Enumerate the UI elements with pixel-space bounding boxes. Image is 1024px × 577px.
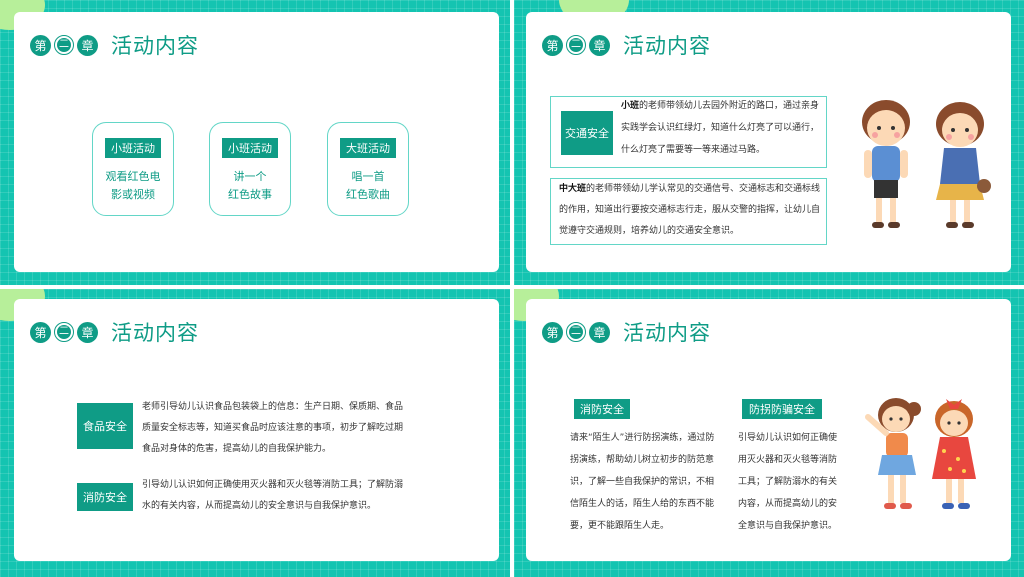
chapter-badge: 第 — [542, 321, 563, 343]
slide-3: 第 二 章 活动内容 食品安全 老师引导幼儿认识食品包装袋上的信息：生产日期、保… — [0, 289, 510, 577]
activity-text: 讲一个 红色故事 — [228, 170, 272, 201]
chapter-header: 第 二 章 活动内容 — [30, 317, 199, 347]
chapter-badge: 章 — [77, 34, 98, 56]
page-title: 活动内容 — [623, 321, 711, 345]
paragraph: 小班的老师带领幼儿去园外附近的路口，通过亲身实践学会认识红绿灯，知道什么灯亮了可… — [621, 101, 820, 155]
topic-label: 消防安全 — [574, 399, 630, 419]
activity-card: 大班活动 唱一首 红色歌曲 — [327, 122, 409, 216]
paragraph: 中大班的老师带领幼儿学认常见的交通信号、交通标志和交通标线的作用，知道出行要按交… — [559, 184, 821, 236]
chapter-badge: 二 — [566, 35, 586, 55]
slide-card: 第 二 章 活动内容 交通安全 小班的老师带领幼儿去园外附近的路口，通过亲身实践… — [526, 12, 1011, 272]
info-box: 交通安全 小班的老师带领幼儿去园外附近的路口，通过亲身实践学会认识红绿灯，知道什… — [550, 96, 827, 168]
slide-card: 第 二 章 活动内容 小班活动 观看红色电 影或视频 小班活动 讲一个 红色故事 大… — [14, 12, 499, 272]
chapter-header: 第 二 章 活动内容 — [542, 317, 711, 347]
activity-card: 小班活动 讲一个 红色故事 — [209, 122, 291, 216]
slide-1: 第 二 章 活动内容 小班活动 观看红色电 影或视频 小班活动 讲一个 红色故事 大… — [0, 0, 510, 285]
children-illustration — [865, 398, 976, 509]
topic-label: 防拐防骗安全 — [742, 399, 822, 419]
chapter-badge: 第 — [30, 321, 51, 343]
chapter-header: 第 二 章 活动内容 — [30, 30, 199, 60]
paragraph: 老师引导幼儿认识食品包装袋上的信息：生产日期、保质期、食品质量安全标志等，知道买… — [142, 402, 404, 454]
activity-text: 观看红色电 影或视频 — [105, 170, 161, 201]
paragraph: 引导幼儿认识如何正确使用灭火器和灭火毯等消防工具；了解防溺水的有关内容，从而提高… — [738, 433, 838, 531]
chapter-badge: 二 — [54, 35, 74, 55]
slide-4: 第 二 章 活动内容 消防安全 请来“陌生人”进行防拐演练，通过防拐演练，帮助幼… — [514, 289, 1024, 577]
topic-label: 交通安全 — [561, 111, 613, 155]
page-title: 活动内容 — [111, 321, 199, 345]
chapter-badge: 章 — [77, 321, 98, 343]
topic-label: 食品安全 — [77, 403, 133, 449]
paragraph: 请来“陌生人”进行防拐演练，通过防拐演练，帮助幼儿树立初步的防范意识，了解一些自… — [570, 433, 715, 531]
activity-text: 唱一首 红色歌曲 — [346, 170, 390, 201]
activity-tag: 小班活动 — [222, 138, 278, 158]
chapter-badge: 二 — [54, 322, 74, 342]
page-title: 活动内容 — [623, 34, 711, 58]
slide-card: 第 二 章 活动内容 消防安全 请来“陌生人”进行防拐演练，通过防拐演练，帮助幼… — [526, 299, 1011, 561]
chapter-badge: 二 — [566, 322, 586, 342]
page-title: 活动内容 — [111, 34, 199, 58]
slide-card: 第 二 章 活动内容 食品安全 老师引导幼儿认识食品包装袋上的信息：生产日期、保… — [14, 299, 499, 561]
info-box: 中大班的老师带领幼儿学认常见的交通信号、交通标志和交通标线的作用，知道出行要按交… — [550, 178, 827, 245]
chapter-badge: 章 — [589, 34, 610, 56]
chapter-badge: 第 — [542, 34, 563, 56]
children-illustration — [862, 100, 991, 228]
chapter-badge: 章 — [589, 321, 610, 343]
activity-tag: 大班活动 — [340, 138, 396, 158]
activity-card: 小班活动 观看红色电 影或视频 — [92, 122, 174, 216]
activity-tag: 小班活动 — [105, 138, 161, 158]
paragraph: 引导幼儿认识如何正确使用灭火器和灭火毯等消防工具；了解防溺水的有关内容，从而提高… — [142, 480, 404, 511]
chapter-header: 第 二 章 活动内容 — [542, 30, 711, 60]
topic-label: 消防安全 — [77, 483, 133, 511]
slide-2: 第 二 章 活动内容 交通安全 小班的老师带领幼儿去园外附近的路口，通过亲身实践… — [514, 0, 1024, 285]
chapter-badge: 第 — [30, 34, 51, 56]
